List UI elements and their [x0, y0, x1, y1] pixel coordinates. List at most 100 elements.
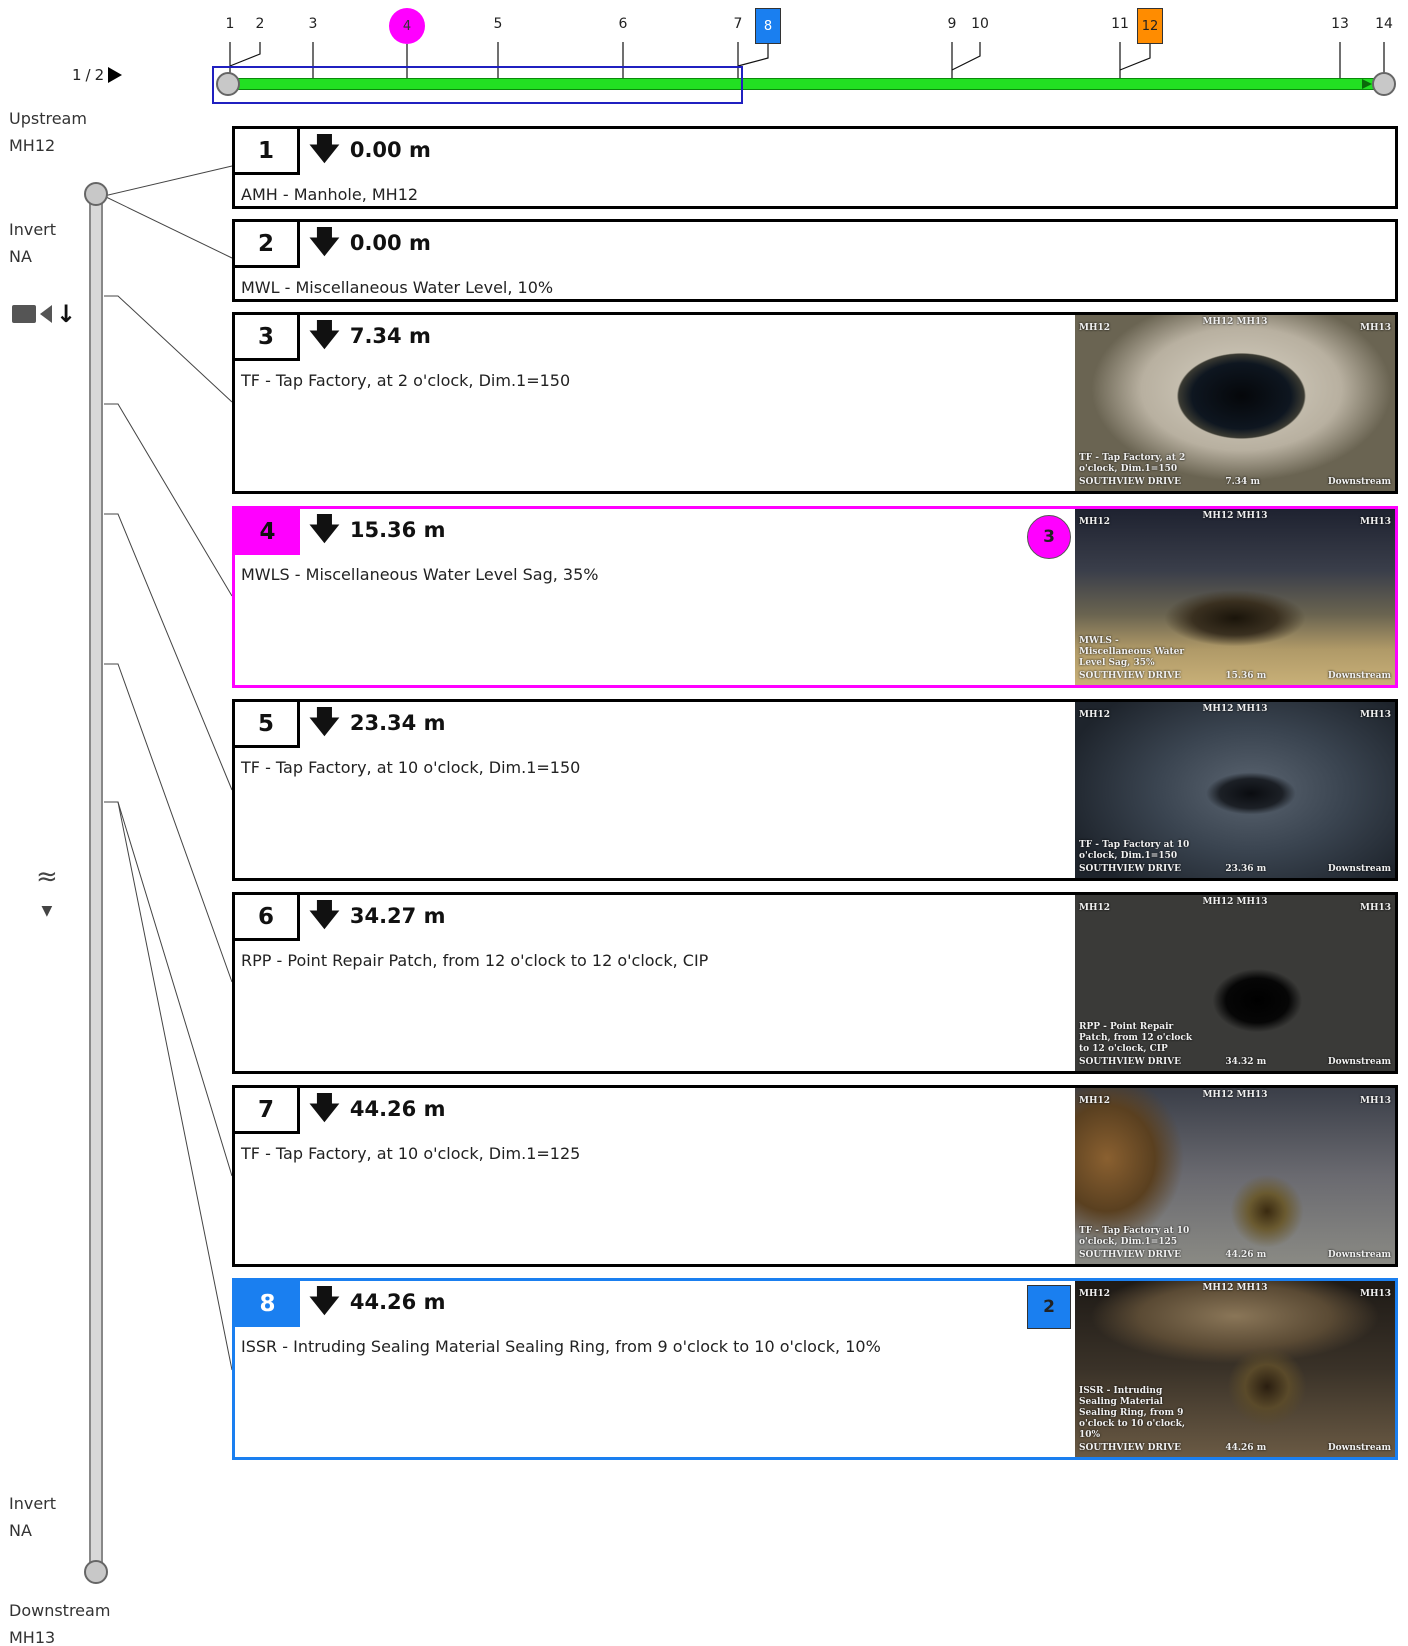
- observation-card[interactable]: 3 🡇 7.34 m TF - Tap Factory, at 2 o'clock…: [232, 312, 1398, 494]
- photo-street: SOUTHVIEW DRIVE: [1079, 1057, 1182, 1067]
- timeline-marker[interactable]: 14: [1375, 16, 1393, 32]
- down-arrow-icon: 🡇: [309, 132, 340, 167]
- timeline-marker[interactable]: 13: [1331, 16, 1349, 32]
- photo-direction: Downstream: [1327, 1443, 1391, 1453]
- photo-direction: Downstream: [1327, 477, 1391, 487]
- observation-number: 4: [235, 509, 300, 555]
- pipe-timeline: 1 / 2 1 2 3 4 5 6 7 8 9 10 11 12 13 14: [0, 0, 1408, 110]
- photo-downstream-label: MH13: [1360, 1289, 1391, 1299]
- page-current: 1: [72, 66, 82, 84]
- observation-distance-row: 🡇 34.27 m: [309, 901, 445, 931]
- invert-bottom: Invert NA: [9, 1490, 56, 1544]
- next-page-icon[interactable]: [108, 67, 123, 83]
- photo-caption: ISSR - Intruding Sealing Material Sealin…: [1079, 1386, 1185, 1440]
- observation-connector: [104, 801, 233, 1371]
- observation-description: TF - Tap Factory, at 10 o'clock, Dim.1=1…: [241, 1144, 581, 1163]
- observation-card[interactable]: 7 🡇 44.26 m TF - Tap Factory, at 10 o'clo…: [232, 1085, 1398, 1267]
- photo-downstream-label: MH13: [1360, 1096, 1391, 1106]
- camera-icon: ↓: [12, 300, 77, 328]
- photo-caption: TF - Tap Factory at 10 o'clock, Dim.1=15…: [1079, 840, 1190, 861]
- observation-description: TF - Tap Factory, at 10 o'clock, Dim.1=1…: [241, 758, 581, 777]
- observation-distance-row: 🡇 23.34 m: [309, 708, 445, 738]
- photo-caption: MWLS - Miscellaneous Water Level Sag, 35…: [1079, 636, 1185, 668]
- page-separator: /: [85, 66, 91, 84]
- photo-direction: Downstream: [1327, 1250, 1391, 1260]
- severity-marker[interactable]: 2: [1027, 1285, 1071, 1329]
- observation-photo[interactable]: MH12 MH12 MH13 MH13 TF - Tap Factory at …: [1075, 1088, 1395, 1264]
- timeline-marker[interactable]: 6: [619, 16, 628, 32]
- observation-card[interactable]: 6 🡇 34.27 m RPP - Point Repair Patch, fro…: [232, 892, 1398, 1074]
- observation-description: MWLS - Miscellaneous Water Level Sag, 35…: [241, 565, 599, 584]
- photo-upstream-label: MH12: [1079, 1289, 1110, 1299]
- downstream-info: Downstream MH13: [9, 1597, 110, 1646]
- photo-distance: 44.26 m: [1225, 1443, 1267, 1453]
- photo-upstream-label: MH12: [1079, 1096, 1110, 1106]
- observation-distance: 15.36 m: [349, 518, 446, 542]
- vertical-pipe: [89, 195, 103, 1573]
- photo-direction: Downstream: [1327, 864, 1391, 874]
- observation-card[interactable]: 2 🡇 0.00 m MWL - Miscellaneous Water Leve…: [232, 219, 1398, 302]
- photo-upstream-label: MH12: [1079, 323, 1110, 333]
- photo-segment-label: MH12 MH13: [1202, 897, 1268, 907]
- down-arrow-icon: 🡇: [309, 1091, 340, 1126]
- observation-photo[interactable]: MH12 MH12 MH13 MH13 TF - Tap Factory at …: [1075, 702, 1395, 878]
- observation-description: TF - Tap Factory, at 2 o'clock, Dim.1=15…: [241, 371, 571, 390]
- down-arrow-icon: 🡇: [309, 225, 340, 260]
- observation-photo[interactable]: MH12 MH12 MH13 MH13 RPP - Point Repair P…: [1075, 895, 1395, 1071]
- photo-segment-label: MH12 MH13: [1202, 511, 1268, 521]
- photo-distance: 34.32 m: [1225, 1057, 1267, 1067]
- photo-segment-label: MH12 MH13: [1202, 1283, 1268, 1293]
- photo-downstream-label: MH13: [1360, 710, 1391, 720]
- timeline-marker[interactable]: 9: [948, 16, 957, 32]
- timeline-marker[interactable]: 11: [1111, 16, 1129, 32]
- view-window[interactable]: [212, 66, 743, 104]
- timeline-marker[interactable]: 10: [971, 16, 989, 32]
- observation-card-highlighted[interactable]: 8 🡇 44.26 m ISSR - Intruding Sealing Mate…: [232, 1278, 1398, 1460]
- observation-number: 6: [235, 895, 300, 941]
- photo-direction: Downstream: [1327, 1057, 1391, 1067]
- timeline-marker[interactable]: 7: [734, 16, 743, 32]
- photo-street: SOUTHVIEW DRIVE: [1079, 671, 1182, 681]
- timeline-marker-highlight[interactable]: 4: [389, 8, 425, 44]
- observation-card[interactable]: 1 🡇 0.00 m AMH - Manhole, MH12: [232, 126, 1398, 209]
- photo-segment-label: MH12 MH13: [1202, 704, 1268, 714]
- flow-icon: ≈ ▼: [36, 862, 58, 919]
- photo-caption: TF - Tap Factory at 10 o'clock, Dim.1=12…: [1079, 1226, 1190, 1247]
- photo-distance: 7.34 m: [1225, 477, 1260, 487]
- photo-street: SOUTHVIEW DRIVE: [1079, 864, 1182, 874]
- invert-top-value: NA: [9, 247, 32, 266]
- observation-distance: 34.27 m: [349, 904, 446, 928]
- timeline-marker-highlight[interactable]: 8: [755, 8, 781, 44]
- observation-photo[interactable]: MH12 MH12 MH13 MH13 MWLS - Miscellaneous…: [1075, 509, 1395, 685]
- observation-distance-row: 🡇 44.26 m: [309, 1094, 445, 1124]
- photo-distance: 23.36 m: [1225, 864, 1267, 874]
- photo-street: SOUTHVIEW DRIVE: [1079, 1250, 1182, 1260]
- timeline-marker[interactable]: 1: [226, 16, 235, 32]
- observation-number: 7: [235, 1088, 300, 1134]
- severity-marker[interactable]: 3: [1027, 515, 1071, 559]
- observation-number: 3: [235, 315, 300, 361]
- down-arrow-icon: 🡇: [309, 1284, 340, 1319]
- timeline-marker[interactable]: 5: [494, 16, 503, 32]
- observation-number: 2: [235, 222, 300, 268]
- observation-description: RPP - Point Repair Patch, from 12 o'cloc…: [241, 951, 709, 970]
- page-total: 2: [94, 66, 105, 84]
- upstream-manhole: MH12: [9, 136, 56, 155]
- page-indicator[interactable]: 1 / 2: [72, 66, 123, 84]
- observation-photo[interactable]: MH12 MH12 MH13 MH13 ISSR - Intruding Sea…: [1075, 1281, 1395, 1457]
- invert-bottom-label: Invert: [9, 1494, 57, 1513]
- timeline-marker[interactable]: 3: [309, 16, 318, 32]
- observation-distance: 44.26 m: [349, 1290, 446, 1314]
- observation-distance-row: 🡇 0.00 m: [309, 228, 431, 258]
- observation-card-highlighted[interactable]: 4 🡇 15.36 m MWLS - Miscellaneous Water Le…: [232, 506, 1398, 688]
- photo-segment-label: MH12 MH13: [1202, 317, 1268, 327]
- photo-downstream-label: MH13: [1360, 323, 1391, 333]
- downstream-manhole: MH13: [9, 1628, 56, 1646]
- observation-photo[interactable]: MH12 MH12 MH13 MH13 TF - Tap Factory, at…: [1075, 315, 1395, 491]
- observation-card[interactable]: 5 🡇 23.34 m TF - Tap Factory, at 10 o'clo…: [232, 699, 1398, 881]
- observation-distance-row: 🡇 0.00 m: [309, 135, 431, 165]
- timeline-marker-highlight[interactable]: 12: [1137, 8, 1163, 44]
- timeline-marker[interactable]: 2: [256, 16, 265, 32]
- down-arrow-icon: ↓: [56, 300, 77, 328]
- downstream-manhole-node: [84, 1560, 108, 1584]
